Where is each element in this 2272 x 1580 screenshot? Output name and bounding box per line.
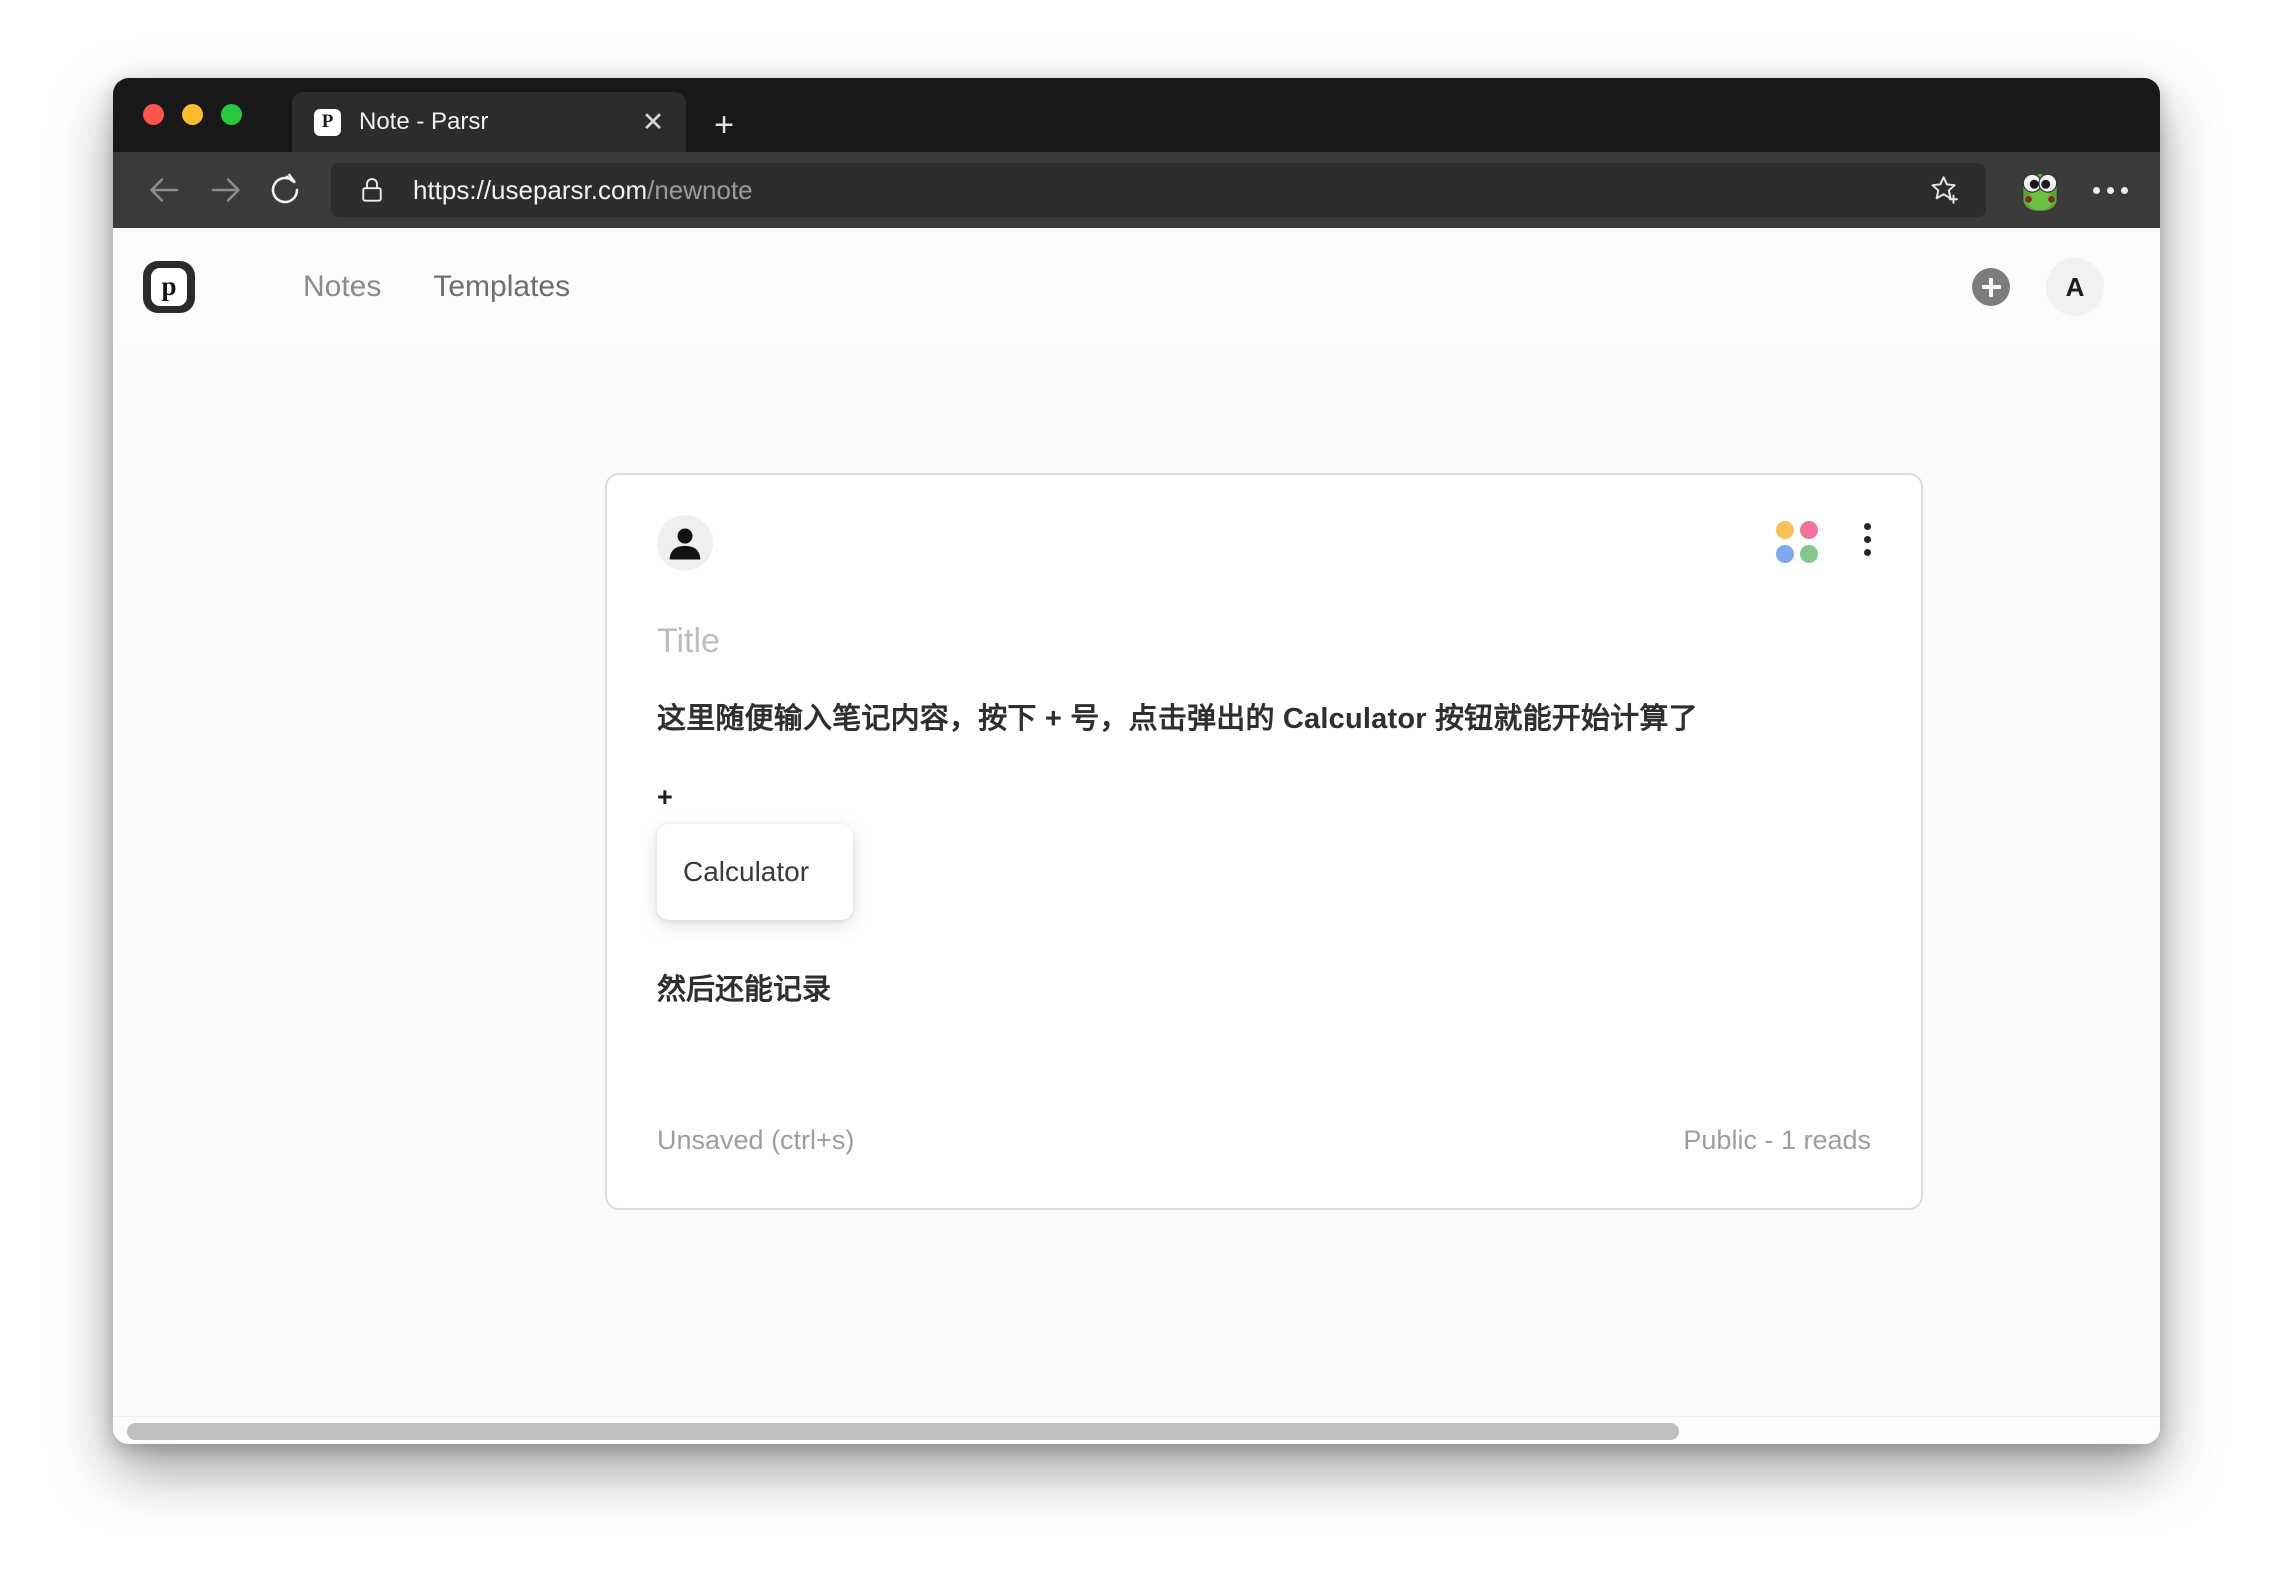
- new-tab-button[interactable]: +: [707, 108, 741, 142]
- dot: [1864, 549, 1871, 556]
- app-nav: Notes Templates: [303, 270, 570, 304]
- note-card-header-actions: [1776, 515, 1871, 563]
- nav-item-notes[interactable]: Notes: [303, 270, 381, 304]
- window-minimize-button[interactable]: [182, 104, 203, 125]
- app-header: p Notes Templates A: [113, 228, 2160, 346]
- nav-item-templates[interactable]: Templates: [433, 270, 570, 304]
- person-avatar-icon[interactable]: [657, 515, 713, 571]
- lock-icon: [357, 175, 387, 205]
- address-bar[interactable]: https://useparsr.com/newnote: [331, 163, 1986, 217]
- horizontal-scrollbar[interactable]: [113, 1416, 2160, 1444]
- more-vertical-icon[interactable]: [1864, 521, 1871, 556]
- forward-arrow-icon: [211, 178, 240, 202]
- forward-button[interactable]: [195, 160, 255, 220]
- bookmark-star-add-icon[interactable]: [1920, 167, 1970, 213]
- window-close-button[interactable]: [143, 104, 164, 125]
- note-body-line-1[interactable]: 这里随便输入笔记内容，按下 + 号，点击弹出的 Calculator 按钮就能开…: [657, 698, 1871, 742]
- url-path: /newnote: [647, 174, 753, 205]
- dot: [1864, 536, 1871, 543]
- browser-toolbar: https://useparsr.com/newnote: [113, 152, 2160, 228]
- user-avatar[interactable]: A: [2046, 258, 2104, 316]
- back-button[interactable]: [135, 160, 195, 220]
- url-origin: https://useparsr.com: [413, 174, 648, 205]
- visibility-reads-label: Public - 1 reads: [1683, 1125, 1871, 1155]
- dot: [2106, 186, 2114, 194]
- browser-titlebar: P Note - Parsr ✕ +: [113, 78, 2160, 152]
- dot: [2120, 186, 2128, 194]
- color-swatch-blue[interactable]: [1776, 545, 1794, 563]
- note-card-header: [657, 515, 1871, 579]
- back-arrow-icon: [150, 178, 179, 202]
- browser-tab[interactable]: P Note - Parsr ✕: [292, 92, 686, 152]
- popup-item-calculator[interactable]: Calculator: [683, 856, 809, 888]
- block-insert-popup: Calculator: [657, 823, 853, 920]
- reload-button[interactable]: [255, 160, 315, 220]
- note-card-footer: Unsaved (ctrl+s) Public - 1 reads: [657, 1125, 1871, 1156]
- note-canvas: Title 这里随便输入笔记内容，按下 + 号，点击弹出的 Calculator…: [113, 346, 2160, 1444]
- color-picker-swatches[interactable]: [1776, 521, 1818, 563]
- traffic-lights: [143, 104, 242, 125]
- save-status-label: Unsaved (ctrl+s): [657, 1125, 855, 1155]
- tab-close-icon[interactable]: ✕: [638, 107, 668, 137]
- color-swatch-green[interactable]: [1800, 545, 1818, 563]
- color-swatch-pink[interactable]: [1800, 521, 1818, 539]
- logo-letter: p: [151, 268, 187, 306]
- tab-title: Note - Parsr: [359, 108, 489, 135]
- note-body-line-2[interactable]: 然后还能记录: [657, 970, 1871, 1011]
- frog-glyph: [2022, 173, 2058, 211]
- browser-window: P Note - Parsr ✕ + https://useparsr.com/…: [113, 78, 2160, 1444]
- dot: [1864, 523, 1871, 530]
- person-glyph: [669, 528, 701, 560]
- new-note-plus-button[interactable]: [1972, 268, 2010, 306]
- color-swatch-yellow[interactable]: [1776, 521, 1794, 539]
- app-header-actions: A: [1972, 258, 2104, 316]
- browser-overflow-menu-button[interactable]: [2082, 165, 2138, 215]
- horizontal-scrollbar-thumb[interactable]: [127, 1423, 1679, 1440]
- insert-block-plus-marker[interactable]: +: [657, 783, 1871, 810]
- url-text: https://useparsr.com/newnote: [413, 175, 1920, 206]
- dot: [2092, 186, 2100, 194]
- frog-avatar-icon[interactable]: [2014, 164, 2066, 216]
- parsr-logo-icon[interactable]: p: [143, 261, 195, 313]
- note-card: Title 这里随便输入笔记内容，按下 + 号，点击弹出的 Calculator…: [605, 473, 1923, 1210]
- tab-favicon-icon: P: [314, 108, 341, 136]
- reload-icon: [271, 173, 299, 204]
- window-maximize-button[interactable]: [221, 104, 242, 125]
- page-viewport: p Notes Templates A Title 这里随便输入笔记内容，按下 …: [113, 228, 2160, 1444]
- note-title-input[interactable]: Title: [657, 622, 1871, 660]
